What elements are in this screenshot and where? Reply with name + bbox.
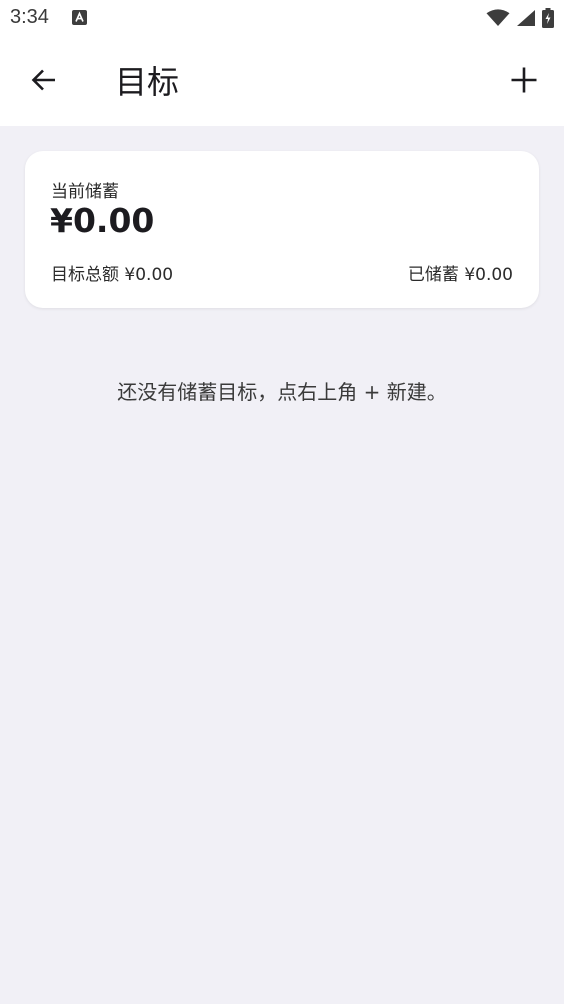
app-bar: 目标 bbox=[0, 38, 564, 126]
plus-icon bbox=[510, 66, 538, 98]
back-button[interactable] bbox=[22, 60, 66, 104]
status-time: 3:34 bbox=[10, 6, 49, 28]
goals-screen: 3:34 目标 当前储蓄 ¥0.00 目标总额 ¥0.00 已储蓄 ¥0.00 … bbox=[0, 0, 564, 1004]
battery-charging-icon bbox=[542, 8, 554, 32]
wifi-icon bbox=[486, 9, 510, 31]
signal-icon bbox=[516, 9, 536, 31]
status-bar: 3:34 bbox=[0, 0, 564, 38]
arrow-back-icon bbox=[30, 66, 58, 98]
page-title: 目标 bbox=[115, 63, 180, 101]
saved-total: 已储蓄 ¥0.00 bbox=[407, 265, 513, 285]
target-total: 目标总额 ¥0.00 bbox=[51, 265, 174, 285]
add-goal-button[interactable] bbox=[502, 60, 546, 104]
current-savings-amount: ¥0.00 bbox=[50, 201, 155, 240]
a-icon bbox=[72, 10, 87, 25]
empty-state-message: 还没有储蓄目标，点右上角 + 新建。 bbox=[117, 380, 447, 404]
current-savings-label: 当前储蓄 bbox=[51, 182, 119, 202]
savings-summary-card: 当前储蓄 ¥0.00 目标总额 ¥0.00 已储蓄 ¥0.00 bbox=[25, 151, 539, 308]
status-icons bbox=[486, 8, 554, 32]
